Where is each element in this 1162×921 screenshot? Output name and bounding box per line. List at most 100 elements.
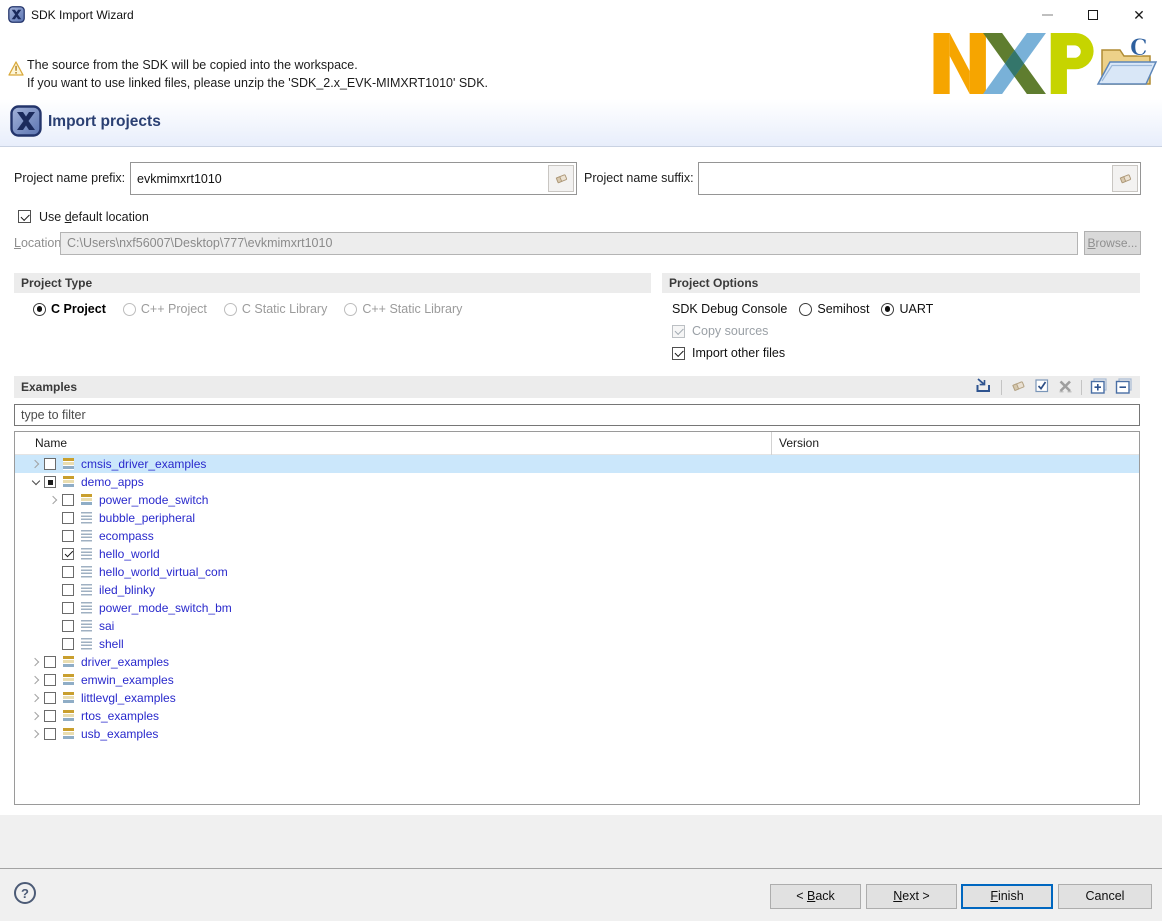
tree-item-checkbox[interactable] [62, 602, 74, 614]
wizard-icon [10, 105, 42, 140]
cancel-button[interactable]: Cancel [1058, 884, 1152, 909]
chevron-right-icon[interactable] [27, 689, 44, 707]
radio-c-project[interactable]: C Project [33, 302, 106, 316]
tree-item-label: power_mode_switch_bm [99, 601, 232, 615]
tree-row[interactable]: ecompass [15, 527, 1139, 545]
tree-item-checkbox[interactable] [44, 458, 56, 470]
chevron-spacer [45, 563, 62, 581]
chevron-down-icon[interactable] [27, 473, 44, 491]
column-header-name[interactable]: Name [35, 436, 67, 450]
import-other-files-checkbox[interactable] [672, 347, 685, 360]
tree-row[interactable]: cmsis_driver_examples [15, 455, 1139, 473]
tree-row[interactable]: demo_apps [15, 473, 1139, 491]
chevron-right-icon[interactable] [27, 653, 44, 671]
close-button[interactable]: ✕ [1116, 0, 1162, 30]
collapse-all-icon[interactable] [1115, 378, 1132, 397]
tree-row[interactable]: power_mode_switch_bm [15, 599, 1139, 617]
tree-row[interactable]: usb_examples [15, 725, 1139, 743]
radio-icon [344, 303, 357, 316]
tree-row[interactable]: sai [15, 617, 1139, 635]
examples-group-header: Examples [14, 376, 1140, 398]
tree-item-checkbox[interactable] [62, 584, 74, 596]
radio-cpp-project: C++ Project [123, 302, 207, 316]
tree-row[interactable]: power_mode_switch [15, 491, 1139, 509]
prefix-field-wrap [130, 162, 577, 195]
help-button[interactable]: ? [14, 882, 36, 904]
tree-row[interactable]: shell [15, 635, 1139, 653]
radio-uart[interactable]: UART [881, 302, 933, 316]
prefix-input[interactable] [131, 163, 548, 194]
clear-suffix-button[interactable] [1112, 165, 1138, 192]
example-icon [81, 566, 92, 578]
next-button[interactable]: Next > [866, 884, 957, 909]
tree-item-checkbox[interactable] [62, 548, 74, 560]
maximize-icon [1088, 10, 1098, 20]
import-example-icon[interactable] [974, 377, 993, 397]
tree-item-label: power_mode_switch [99, 493, 208, 507]
tree-item-label: emwin_examples [81, 673, 174, 687]
tree-item-checkbox[interactable] [62, 530, 74, 542]
radio-icon [881, 303, 894, 316]
page-title: Import projects [48, 113, 161, 131]
tree-item-checkbox[interactable] [44, 476, 56, 488]
svg-text:C: C [1130, 35, 1148, 61]
select-all-icon[interactable] [1035, 378, 1050, 396]
finish-button[interactable]: Finish [961, 884, 1053, 909]
expand-all-icon[interactable] [1090, 378, 1107, 397]
tree-row[interactable]: hello_world [15, 545, 1139, 563]
tree-item-label: bubble_peripheral [99, 511, 195, 525]
warning-line1: The source from the SDK will be copied i… [27, 56, 488, 74]
chevron-right-icon[interactable] [27, 455, 44, 473]
chevron-right-icon[interactable] [27, 671, 44, 689]
chevron-right-icon[interactable] [45, 491, 62, 509]
suffix-input[interactable] [699, 163, 1112, 194]
copy-sources-label: Copy sources [692, 324, 768, 338]
chevron-right-icon[interactable] [27, 707, 44, 725]
filter-field-wrap [14, 404, 1140, 426]
title-bar: SDK Import Wizard ✕ [0, 0, 1162, 30]
tree-item-checkbox[interactable] [62, 494, 74, 506]
chevron-spacer [45, 635, 62, 653]
tree-item-checkbox[interactable] [44, 656, 56, 668]
tree-item-checkbox[interactable] [44, 674, 56, 686]
tree-row[interactable]: iled_blinky [15, 581, 1139, 599]
tree-row[interactable]: hello_world_virtual_com [15, 563, 1139, 581]
column-divider[interactable] [771, 432, 772, 455]
category-icon [63, 692, 74, 704]
browse-button: Browse... [1084, 231, 1141, 255]
tree-column-header: Name Version [15, 432, 1139, 455]
examples-toolbar [974, 377, 1140, 397]
chevron-spacer [45, 545, 62, 563]
warning-line2: If you want to use linked files, please … [27, 74, 488, 92]
radio-semihost[interactable]: Semihost [799, 302, 869, 316]
tree-item-checkbox[interactable] [62, 638, 74, 650]
radio-c-static-library: C Static Library [224, 302, 327, 316]
chevron-spacer [45, 581, 62, 599]
category-icon [63, 728, 74, 740]
radio-icon [33, 303, 46, 316]
examples-filter-input[interactable] [15, 405, 1139, 425]
maximize-button[interactable] [1070, 0, 1116, 30]
chevron-right-icon[interactable] [27, 725, 44, 743]
clear-prefix-button[interactable] [548, 165, 574, 192]
column-header-version[interactable]: Version [779, 436, 819, 450]
minimize-button[interactable] [1024, 0, 1070, 30]
tree-row[interactable]: driver_examples [15, 653, 1139, 671]
tree-item-checkbox[interactable] [44, 710, 56, 722]
tree-item-checkbox[interactable] [62, 620, 74, 632]
tree-row[interactable]: rtos_examples [15, 707, 1139, 725]
tree-item-checkbox[interactable] [62, 566, 74, 578]
tree-item-label: iled_blinky [99, 583, 155, 597]
tree-row[interactable]: bubble_peripheral [15, 509, 1139, 527]
use-default-location-checkbox[interactable] [18, 210, 31, 223]
tree-item-checkbox[interactable] [62, 512, 74, 524]
tree-item-checkbox[interactable] [44, 692, 56, 704]
clear-filter-icon [1010, 379, 1027, 396]
warning-icon [8, 61, 24, 79]
tree-item-checkbox[interactable] [44, 728, 56, 740]
project-options-header: Project Options [662, 273, 1140, 293]
tree-row[interactable]: emwin_examples [15, 671, 1139, 689]
tree-row[interactable]: littlevgl_examples [15, 689, 1139, 707]
examples-title: Examples [14, 380, 974, 394]
back-button[interactable]: < Back [770, 884, 861, 909]
